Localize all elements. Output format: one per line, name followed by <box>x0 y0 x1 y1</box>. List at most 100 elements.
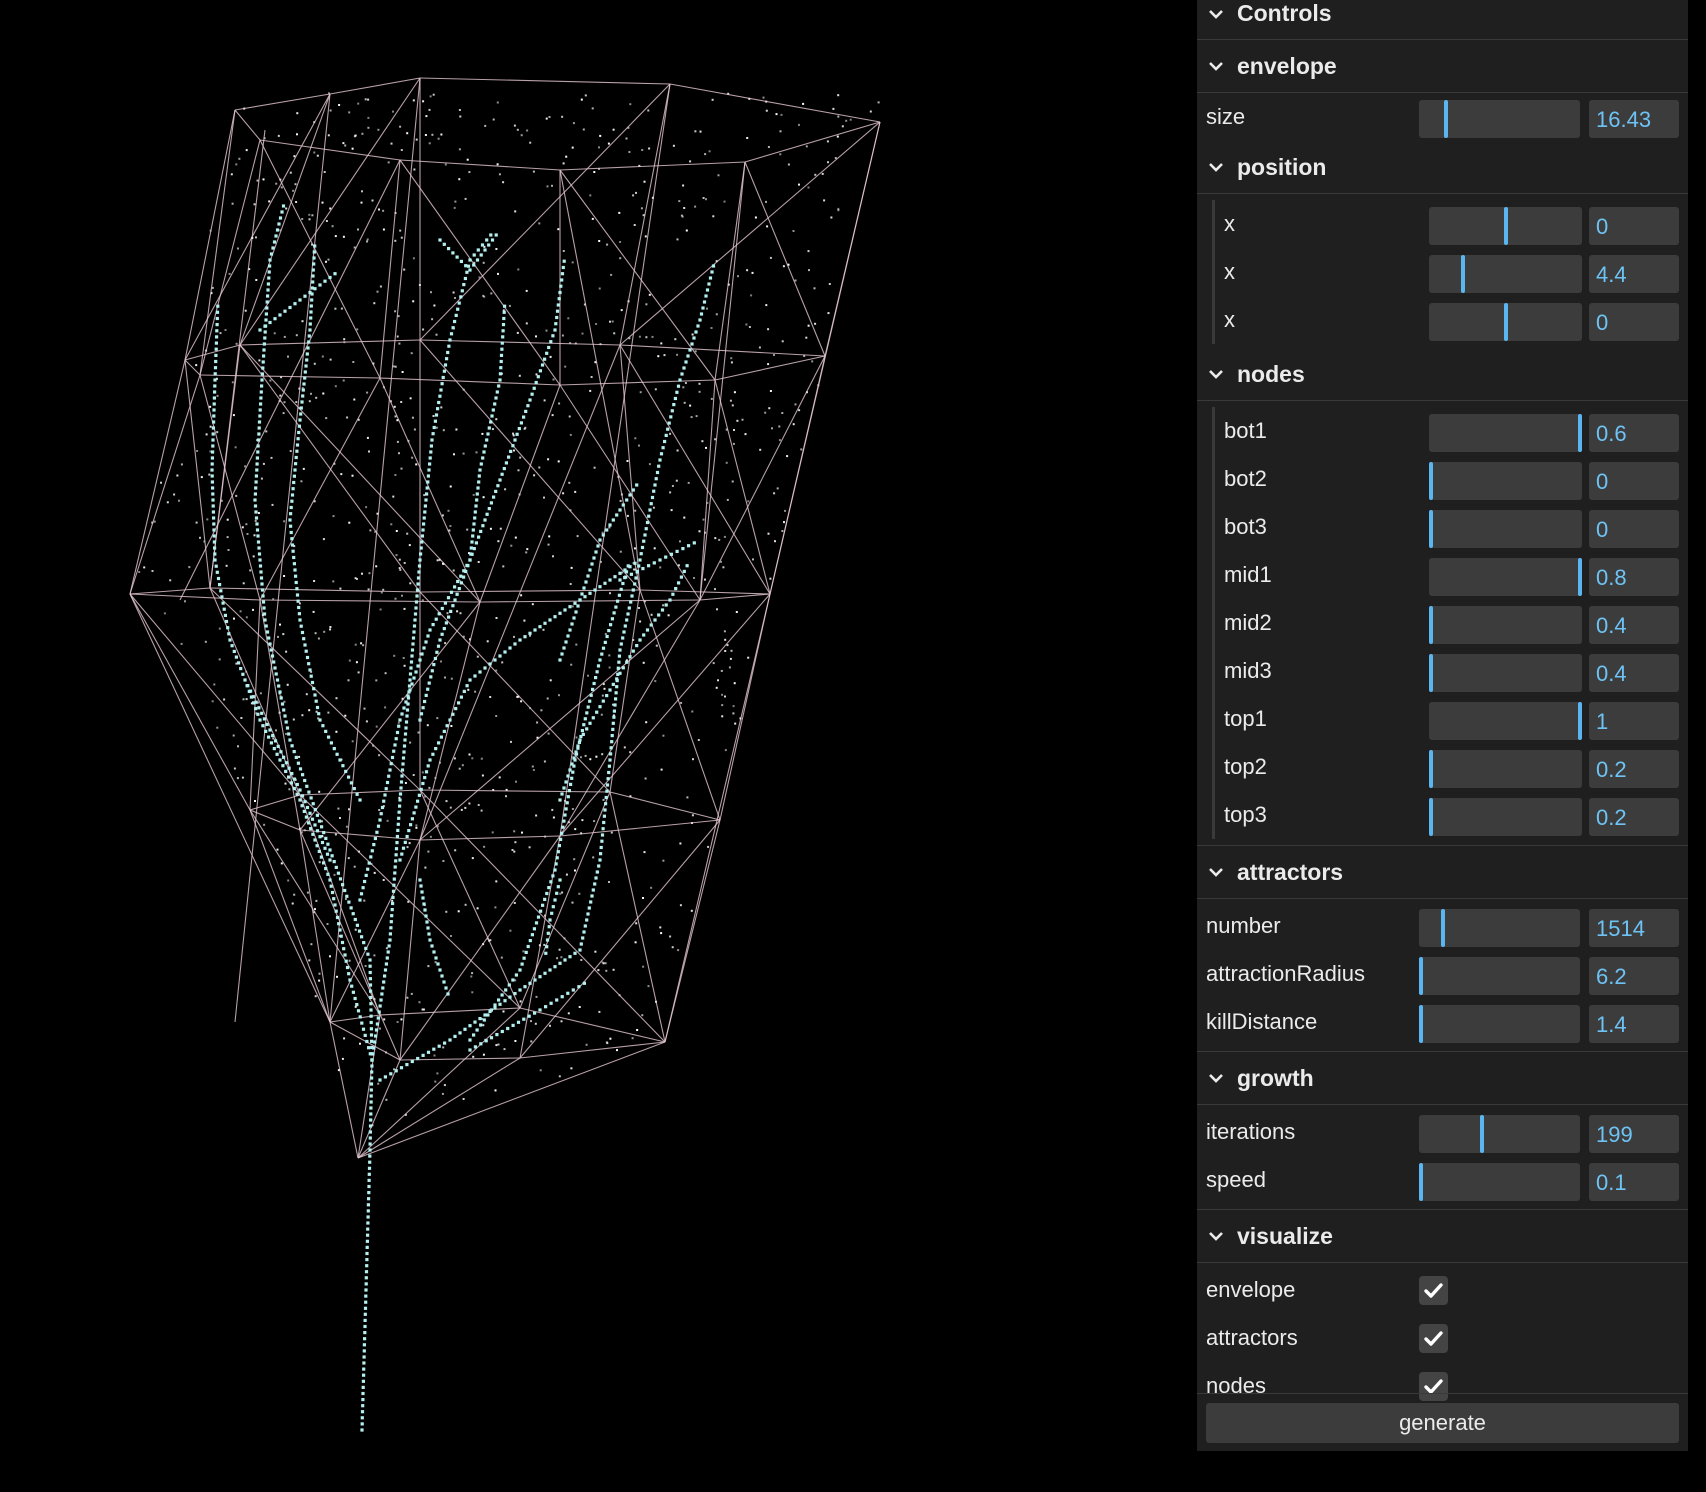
top3-row: top3 0.2 <box>1215 791 1688 839</box>
top3-value-field[interactable]: 0.2 <box>1589 798 1679 836</box>
position-y-slider[interactable] <box>1429 255 1582 293</box>
iterations-row: iterations 199 <box>1197 1108 1688 1156</box>
chevron-down-icon <box>1209 868 1223 877</box>
controls-folder-header[interactable]: Controls <box>1197 0 1688 40</box>
mid3-value-field[interactable]: 0.4 <box>1589 654 1679 692</box>
kill-distance-value-field[interactable]: 1.4 <box>1589 1005 1679 1043</box>
visualize-folder-header[interactable]: visualize <box>1197 1209 1688 1263</box>
attractors-checkbox[interactable] <box>1419 1324 1448 1353</box>
top1-value-field[interactable]: 1 <box>1589 702 1679 740</box>
controls-title: Controls <box>1237 0 1332 26</box>
attraction-radius-row: attractionRadius 6.2 <box>1197 950 1688 998</box>
top2-value-field[interactable]: 0.2 <box>1589 750 1679 788</box>
slider-knob[interactable] <box>1429 510 1433 548</box>
chevron-down-icon <box>1209 1074 1223 1083</box>
growth-controls: iterations 199 speed 0.1 <box>1197 1108 1688 1204</box>
number-value-field[interactable]: 1514 <box>1589 909 1679 947</box>
growth-folder-title: growth <box>1237 1064 1314 1091</box>
kill-distance-row: killDistance 1.4 <box>1197 998 1688 1046</box>
slider-knob[interactable] <box>1419 957 1423 995</box>
kill-distance-slider[interactable] <box>1419 1005 1580 1043</box>
slider-knob[interactable] <box>1419 1005 1423 1043</box>
bot2-slider[interactable] <box>1429 462 1582 500</box>
slider-knob[interactable] <box>1503 207 1508 245</box>
attractors-folder-title: attractors <box>1237 858 1344 885</box>
position-x-value-field[interactable]: 0 <box>1589 207 1679 245</box>
bot3-slider[interactable] <box>1429 510 1582 548</box>
size-value-field[interactable]: 16.43 <box>1589 100 1679 138</box>
attractor-points <box>138 92 880 1127</box>
kill-distance-label: killDistance <box>1206 1009 1318 1034</box>
visualize-attractors-label: attractors <box>1206 1325 1298 1350</box>
envelope-wireframe <box>129 77 881 1159</box>
envelope-size-row: size 16.43 <box>1197 93 1688 141</box>
position-y-label: x <box>1224 259 1235 284</box>
slider-knob[interactable] <box>1578 702 1582 740</box>
visualize-folder-title: visualize <box>1237 1222 1333 1249</box>
position-z-value-field[interactable]: 0 <box>1589 303 1679 341</box>
divider <box>1197 1393 1688 1394</box>
slider-knob[interactable] <box>1429 462 1433 500</box>
slider-knob[interactable] <box>1479 1115 1484 1153</box>
position-controls: x 0 x 4.4 x 0 <box>1212 200 1688 344</box>
checkmark-icon <box>1424 1283 1443 1298</box>
mid1-row: mid1 0.8 <box>1215 551 1688 599</box>
bot3-value-field[interactable]: 0 <box>1589 510 1679 548</box>
position-y-row: x 4.4 <box>1215 248 1688 296</box>
nodes-controls: bot1 0.6 bot2 0 bot3 0 mid1 0.8 mid2 0.4 mid3… <box>1212 407 1688 839</box>
slider-knob[interactable] <box>1578 558 1582 596</box>
mid1-slider[interactable] <box>1429 558 1582 596</box>
slider-knob[interactable] <box>1429 798 1433 836</box>
bot3-row: bot3 0 <box>1215 503 1688 551</box>
attraction-radius-value-field[interactable]: 6.2 <box>1589 957 1679 995</box>
position-y-value-field[interactable]: 4.4 <box>1589 255 1679 293</box>
slider-knob[interactable] <box>1429 750 1433 788</box>
envelope-folder-header[interactable]: envelope <box>1197 40 1688 93</box>
position-z-slider[interactable] <box>1429 303 1582 341</box>
slider-knob[interactable] <box>1429 654 1433 692</box>
top1-slider[interactable] <box>1429 702 1582 740</box>
top3-slider[interactable] <box>1429 798 1582 836</box>
slider-knob[interactable] <box>1429 606 1433 644</box>
position-folder-header[interactable]: position <box>1197 141 1688 194</box>
top1-label: top1 <box>1224 706 1267 731</box>
number-slider[interactable] <box>1419 909 1580 947</box>
mid1-value-field[interactable]: 0.8 <box>1589 558 1679 596</box>
bot1-slider[interactable] <box>1429 414 1582 452</box>
position-x-slider[interactable] <box>1429 207 1582 245</box>
attractors-folder-header[interactable]: attractors <box>1197 845 1688 899</box>
nodes-folder-header[interactable]: nodes <box>1197 348 1688 401</box>
size-slider[interactable] <box>1419 100 1580 138</box>
mid3-slider[interactable] <box>1429 654 1582 692</box>
slider-knob[interactable] <box>1578 414 1582 452</box>
slider-knob[interactable] <box>1441 909 1446 947</box>
bot2-row: bot2 0 <box>1215 455 1688 503</box>
checkmark-icon <box>1424 1379 1443 1394</box>
top3-label: top3 <box>1224 802 1267 827</box>
position-folder-title: position <box>1237 153 1327 180</box>
chevron-down-icon <box>1209 1232 1223 1241</box>
envelope-checkbox[interactable] <box>1419 1276 1448 1305</box>
speed-value-field[interactable]: 0.1 <box>1589 1163 1679 1201</box>
iterations-value-field[interactable]: 199 <box>1589 1115 1679 1153</box>
growth-folder-header[interactable]: growth <box>1197 1051 1688 1105</box>
nodes-checkbox[interactable] <box>1419 1372 1448 1401</box>
bot1-row: bot1 0.6 <box>1215 407 1688 455</box>
attraction-radius-slider[interactable] <box>1419 957 1580 995</box>
mid2-slider[interactable] <box>1429 606 1582 644</box>
speed-slider[interactable] <box>1419 1163 1580 1201</box>
mid2-value-field[interactable]: 0.4 <box>1589 606 1679 644</box>
bot1-value-field[interactable]: 0.6 <box>1589 414 1679 452</box>
bot2-label: bot2 <box>1224 466 1267 491</box>
slider-knob[interactable] <box>1503 303 1508 341</box>
slider-knob[interactable] <box>1419 1163 1423 1201</box>
generate-button[interactable]: generate <box>1206 1403 1679 1443</box>
top2-slider[interactable] <box>1429 750 1582 788</box>
slider-knob[interactable] <box>1460 255 1465 293</box>
position-x-label: x <box>1224 211 1235 236</box>
nodes-folder-title: nodes <box>1237 360 1305 387</box>
bot2-value-field[interactable]: 0 <box>1589 462 1679 500</box>
iterations-slider[interactable] <box>1419 1115 1580 1153</box>
tree-viewport[interactable] <box>0 0 1196 1492</box>
size-slider-knob[interactable] <box>1444 100 1449 138</box>
